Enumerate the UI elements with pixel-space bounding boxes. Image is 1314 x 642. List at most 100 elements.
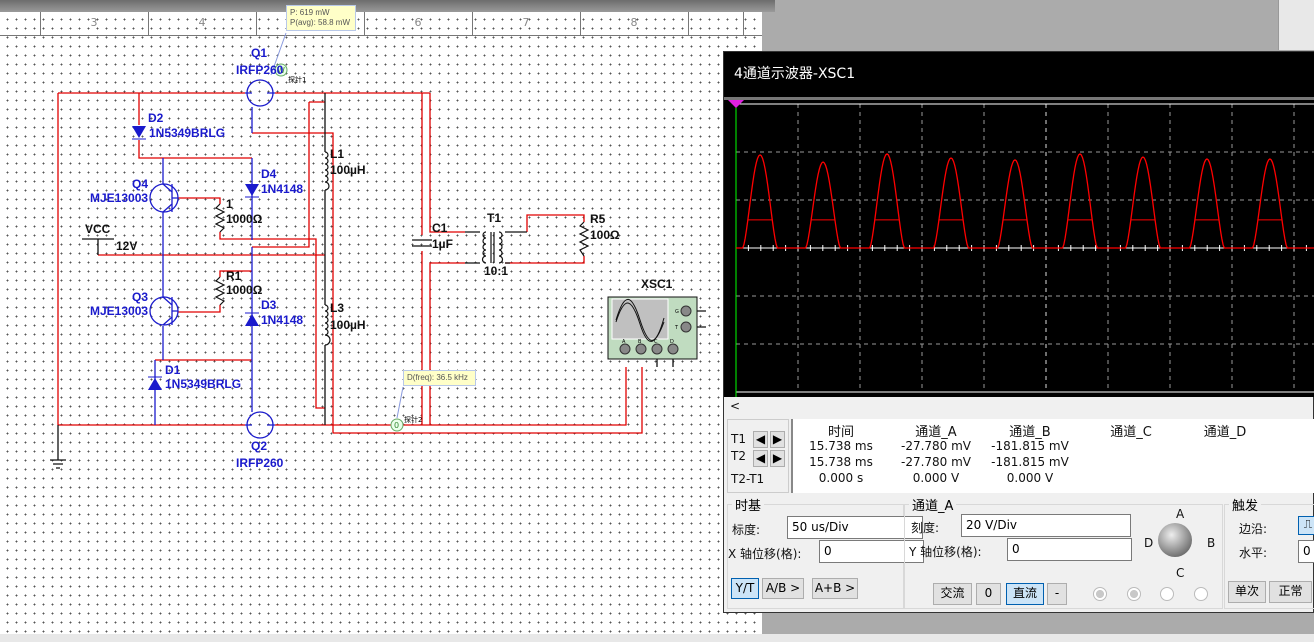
cursor-value: -181.815 mV xyxy=(991,439,1069,453)
knob-label-a: A xyxy=(1176,507,1185,521)
scroll-left-button[interactable]: < xyxy=(730,399,740,413)
oscilloscope-window[interactable]: 4通道示波器-XSC1 < T1 T2 T2-T1 ◀ ▶ ◀ ▶ 时间 通道_A… xyxy=(723,51,1314,613)
svg-text:1µF: 1µF xyxy=(432,237,453,251)
cursor-readout-table: 时间 通道_A 通道_B 通道_C 通道_D 15.738 ms -27.780 mV -18… xyxy=(791,419,1314,493)
column-header: 通道_A xyxy=(915,425,957,440)
column-header: 通道_C xyxy=(1110,425,1152,440)
column-header: 通道_D xyxy=(1203,425,1247,440)
svg-text:XSC1: XSC1 xyxy=(641,277,673,291)
svg-text:L3: L3 xyxy=(330,301,344,315)
svg-text:D2: D2 xyxy=(148,111,164,125)
y-position-label: Y 轴位移(格): xyxy=(909,545,982,559)
svg-text:Q4: Q4 xyxy=(132,177,148,191)
svg-text:D4: D4 xyxy=(261,167,277,181)
ac-coupling-button[interactable]: 交流 xyxy=(933,583,972,605)
oscilloscope-xsc1-symbol[interactable]: A B C D G T xyxy=(607,296,698,360)
probe2-label: 探针2 xyxy=(404,415,422,424)
channel-scale-label: 刻度: xyxy=(911,521,940,535)
ab-mode-button[interactable]: A/B > xyxy=(762,578,804,599)
svg-text:Q3: Q3 xyxy=(132,290,148,304)
column-header: 时间 xyxy=(827,425,854,440)
zero-coupling-button[interactable]: 0 xyxy=(976,583,1001,605)
knob-label-c: C xyxy=(1176,566,1185,580)
svg-text:1000Ω: 1000Ω xyxy=(226,283,263,297)
t2-right-arrow-button[interactable]: ▶ xyxy=(770,450,785,467)
svg-text:Q1: Q1 xyxy=(251,46,267,60)
waveform-plot xyxy=(728,100,1314,397)
a-plus-b-mode-button[interactable]: A+B > xyxy=(812,578,858,599)
svg-text:MJE13003: MJE13003 xyxy=(90,304,148,318)
svg-text:L1: L1 xyxy=(330,147,344,161)
invert-button[interactable]: - xyxy=(1047,583,1067,605)
t2-t1-label: T2-T1 xyxy=(731,472,765,486)
rising-edge-button[interactable]: ⎍ xyxy=(1298,516,1314,535)
svg-text:1N5349BRLG: 1N5349BRLG xyxy=(165,377,241,391)
knob-label-d: D xyxy=(1144,536,1154,550)
svg-text:1000Ω: 1000Ω xyxy=(226,212,263,226)
svg-text:D3: D3 xyxy=(261,298,277,312)
radio-2[interactable] xyxy=(1127,587,1141,601)
probe2-tooltip: D(freq): 36.5 kHz xyxy=(403,370,476,386)
timebase-scale-input[interactable]: 50 us/Div xyxy=(787,516,923,539)
black-wires xyxy=(50,93,706,469)
cursor-value: -181.815 mV xyxy=(991,455,1069,469)
svg-text:IRFP260: IRFP260 xyxy=(236,456,284,470)
svg-text:1N4148: 1N4148 xyxy=(261,182,303,196)
radio-1[interactable] xyxy=(1093,587,1107,601)
normal-trigger-button[interactable]: 正常 xyxy=(1269,581,1312,603)
trigger-level-input[interactable]: 0 xyxy=(1298,540,1314,563)
radio-3[interactable] xyxy=(1160,587,1174,601)
t1-label: T1 xyxy=(731,432,746,446)
level-label: 水平: xyxy=(1239,546,1268,560)
svg-text:1: 1 xyxy=(226,197,233,211)
status-bar xyxy=(0,634,1314,642)
cursor-value: 0.000 V xyxy=(1006,471,1054,485)
terminal-d-label: D xyxy=(670,339,674,345)
circuit-schematic[interactable]: A B C D G T W 探针1 0 探针2 Q1 IRFP260 Q2 IR… xyxy=(0,0,762,642)
svg-text:D1: D1 xyxy=(165,363,181,377)
cursor-value: 15.738 ms xyxy=(809,455,873,469)
dc-coupling-button[interactable]: 直流 xyxy=(1006,583,1044,605)
svg-text:C1: C1 xyxy=(432,221,448,235)
single-trigger-button[interactable]: 单次 xyxy=(1228,581,1266,603)
cursor-value: 0.000 s xyxy=(818,471,864,485)
t2-left-arrow-button[interactable]: ◀ xyxy=(753,450,768,467)
channel-a-trace xyxy=(736,153,1314,249)
probe1-tooltip: P: 619 mW P(avg): 58.8 mW xyxy=(286,5,356,31)
terminal-g-label: G xyxy=(675,309,679,315)
t1-left-arrow-button[interactable]: ◀ xyxy=(753,431,768,448)
svg-text:Q2: Q2 xyxy=(251,439,267,453)
svg-text:1N4148: 1N4148 xyxy=(261,313,303,327)
cursor-value: 0.000 V xyxy=(912,471,960,485)
terminal-b-label: B xyxy=(638,339,642,345)
column-header: 通道_B xyxy=(1009,425,1051,440)
x-position-label: X 轴位移(格): xyxy=(728,547,802,561)
timebase-scale-label: 标度: xyxy=(732,523,761,537)
svg-text:R5: R5 xyxy=(590,212,606,226)
svg-text:100Ω: 100Ω xyxy=(590,228,620,242)
side-panel xyxy=(1278,0,1314,50)
svg-text:IRFP260: IRFP260 xyxy=(236,63,284,77)
edge-label: 边沿: xyxy=(1239,522,1268,536)
oscilloscope-screen[interactable] xyxy=(724,97,1314,397)
channel-selector-knob[interactable] xyxy=(1158,523,1192,557)
radio-4[interactable] xyxy=(1194,587,1208,601)
cursor-value: -27.780 mV xyxy=(900,455,972,469)
cursor-value: -27.780 mV xyxy=(900,439,972,453)
t1-right-arrow-button[interactable]: ▶ xyxy=(770,431,785,448)
channel-scale-input[interactable]: 20 V/Div xyxy=(961,514,1131,537)
svg-text:10:1: 10:1 xyxy=(484,264,508,278)
svg-text:100µH: 100µH xyxy=(330,163,366,177)
timebase-group: 时基 标度: 50 us/Div X 轴位移(格): 0 Y/T A/B > A… xyxy=(727,495,924,609)
terminal-c-label: C xyxy=(654,339,658,345)
trigger-group: 触发 边沿: ⎍ 水平: 0 单次 正常 xyxy=(1224,495,1314,609)
svg-text:1N5349BRLG: 1N5349BRLG xyxy=(149,126,225,140)
t2-label: T2 xyxy=(731,449,746,463)
probe2-symbol: 0 xyxy=(394,421,399,430)
svg-text:VCC: VCC xyxy=(85,222,111,236)
y-position-input[interactable]: 0 xyxy=(1007,538,1132,561)
wires xyxy=(57,92,643,434)
window-title[interactable]: 4通道示波器-XSC1 xyxy=(724,52,1314,97)
yt-mode-button[interactable]: Y/T xyxy=(731,578,759,599)
svg-text:R1: R1 xyxy=(226,269,242,283)
